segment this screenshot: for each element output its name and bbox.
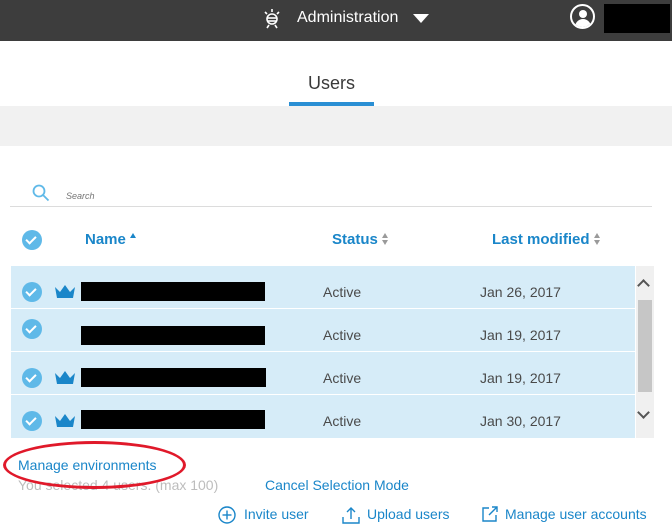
- column-header-status[interactable]: Status: [332, 231, 389, 248]
- select-all-checkbox[interactable]: [22, 230, 42, 250]
- row-checkbox[interactable]: [22, 411, 42, 431]
- redacted-user-name: [81, 282, 265, 301]
- chevron-up-icon[interactable]: [637, 279, 650, 292]
- cancel-selection-link[interactable]: Cancel Selection Mode: [265, 477, 409, 493]
- table-row[interactable]: Active Jan 26, 2017: [11, 266, 635, 308]
- redacted-user-name: [81, 410, 265, 429]
- manage-environments-link[interactable]: Manage environments: [18, 457, 157, 473]
- redacted-username[interactable]: [604, 4, 670, 33]
- caret-down-icon[interactable]: [413, 14, 429, 23]
- users-table-body: Active Jan 26, 2017 Active Jan 19, 2017 …: [11, 266, 635, 438]
- row-status: Active: [323, 413, 362, 429]
- search-input[interactable]: [66, 188, 646, 204]
- tab-users[interactable]: Users: [289, 73, 374, 94]
- add-circle-icon: [218, 506, 236, 524]
- redacted-user-name: [81, 368, 266, 387]
- row-status: Active: [323, 327, 362, 343]
- table-row[interactable]: Active Jan 19, 2017: [11, 309, 635, 351]
- invite-user-label: Invite user: [244, 506, 309, 522]
- user-avatar-icon[interactable]: [570, 4, 595, 29]
- sort-ascending-icon: [129, 233, 136, 238]
- upload-users-label: Upload users: [367, 506, 450, 522]
- top-bar: Administration: [0, 0, 672, 41]
- external-link-icon: [482, 506, 498, 522]
- avatar-body: [575, 19, 591, 27]
- column-header-last-modified-label: Last modified: [492, 231, 590, 248]
- row-last-modified: Jan 19, 2017: [480, 370, 561, 386]
- crown-icon: [55, 414, 75, 427]
- upload-users-button[interactable]: Upload users: [341, 505, 461, 525]
- check-icon: [25, 371, 37, 383]
- redacted-user-name: [81, 326, 265, 345]
- ibm-bee-icon[interactable]: [260, 6, 284, 30]
- app-title[interactable]: Administration: [297, 9, 398, 27]
- check-icon: [25, 322, 37, 334]
- table-scrollbar[interactable]: [636, 266, 654, 438]
- invite-user-button[interactable]: Invite user: [218, 505, 318, 525]
- manage-user-accounts-label: Manage user accounts: [505, 506, 647, 522]
- check-icon: [25, 233, 37, 245]
- selection-count-text: You selected 4 users. (max 100): [18, 477, 219, 493]
- toolbar-band: [0, 106, 672, 146]
- scrollbar-thumb[interactable]: [638, 300, 652, 392]
- sort-icon: [593, 233, 601, 245]
- column-header-status-label: Status: [332, 231, 378, 248]
- search-icon[interactable]: [32, 184, 50, 202]
- row-checkbox[interactable]: [22, 282, 42, 302]
- check-icon: [25, 414, 37, 426]
- avatar-head: [579, 10, 587, 18]
- crown-icon: [55, 371, 75, 384]
- row-checkbox[interactable]: [22, 319, 42, 339]
- column-header-name[interactable]: Name: [85, 231, 136, 248]
- row-status: Active: [323, 370, 362, 386]
- row-last-modified: Jan 26, 2017: [480, 284, 561, 300]
- crown-icon: [55, 285, 75, 298]
- row-last-modified: Jan 30, 2017: [480, 413, 561, 429]
- chevron-down-icon[interactable]: [637, 406, 650, 419]
- check-icon: [25, 285, 37, 297]
- column-header-name-label: Name: [85, 231, 126, 248]
- table-row[interactable]: Active Jan 19, 2017: [11, 352, 635, 394]
- row-status: Active: [323, 284, 362, 300]
- row-last-modified: Jan 19, 2017: [480, 327, 561, 343]
- upload-icon: [342, 507, 360, 524]
- search-underline: [10, 206, 652, 207]
- admin-users-page: Administration Users Name Status Last mo…: [0, 0, 672, 532]
- sort-icon: [381, 233, 389, 245]
- column-header-last-modified[interactable]: Last modified: [492, 231, 601, 248]
- table-row[interactable]: Active Jan 30, 2017: [11, 395, 635, 438]
- row-checkbox[interactable]: [22, 368, 42, 388]
- manage-user-accounts-link[interactable]: Manage user accounts: [481, 505, 667, 525]
